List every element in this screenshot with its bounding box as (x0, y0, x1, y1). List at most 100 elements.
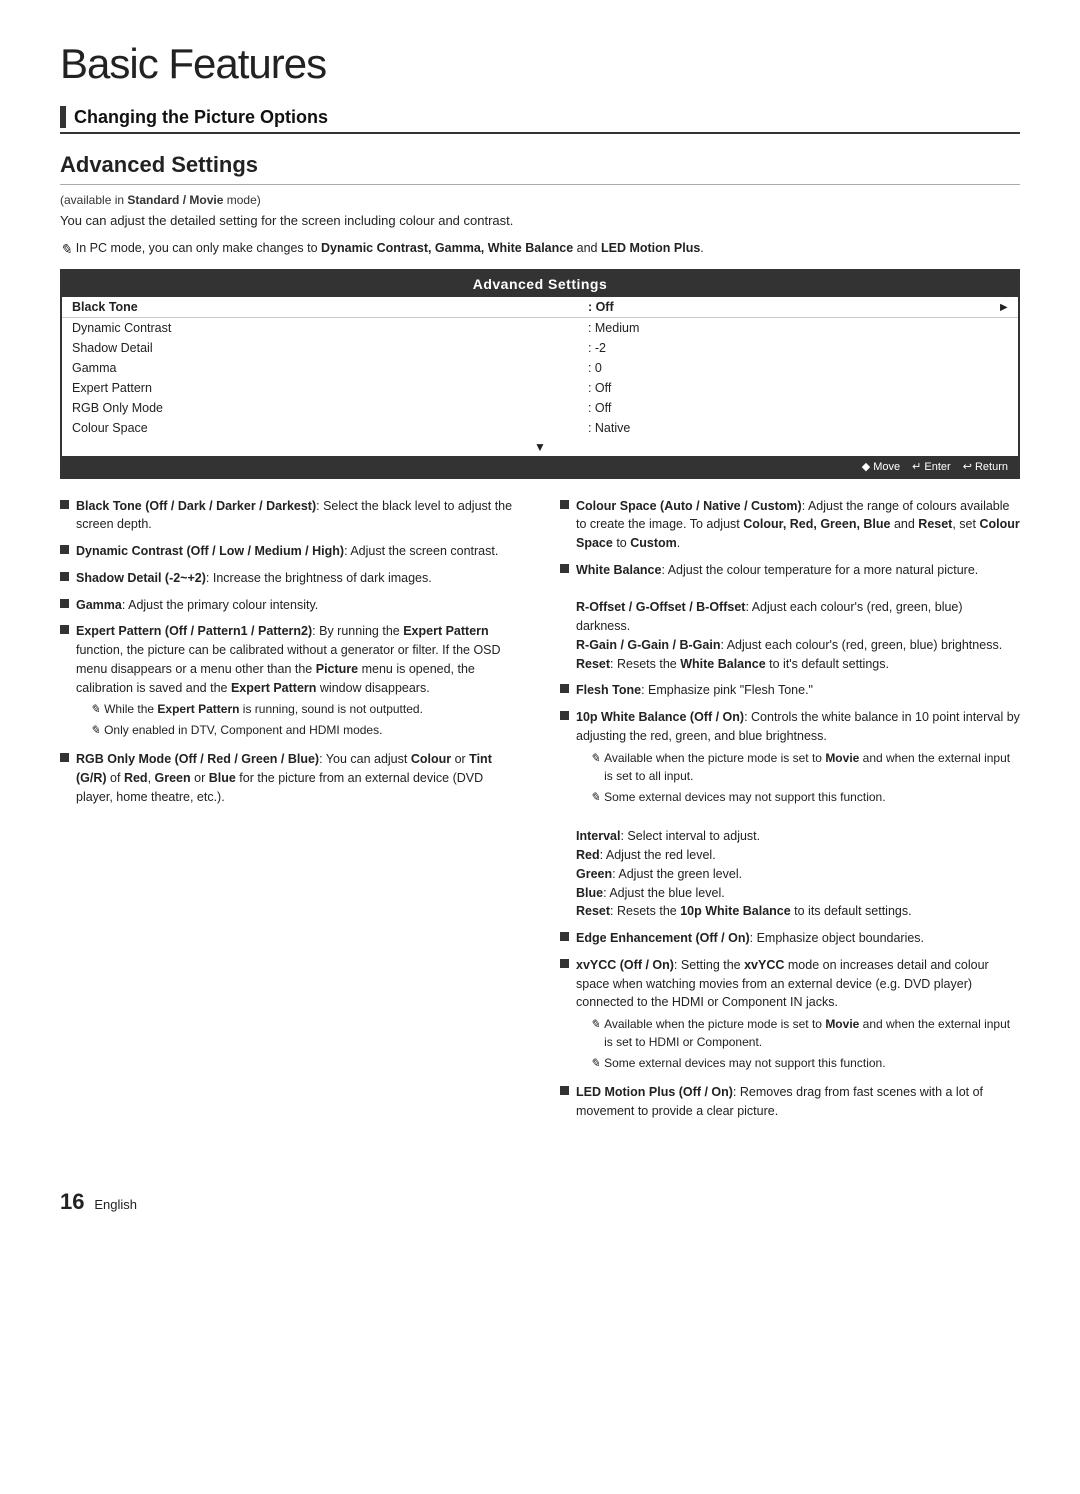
menu-label-rgb-only-mode: RGB Only Mode (62, 398, 578, 418)
bullet-icon-xvycc (560, 959, 569, 968)
bullet-text-dynamic-contrast: Dynamic Contrast (Off / Low / Medium / H… (76, 542, 520, 561)
menu-row-shadow-detail: Shadow Detail : -2 (62, 338, 1018, 358)
page-number: 16 (60, 1189, 84, 1214)
sub-note-expert-pattern-2: ✎ Only enabled in DTV, Component and HDM… (90, 721, 520, 739)
sub-note-text-10p-2: Some external devices may not support th… (604, 788, 885, 806)
menu-empty-gamma (887, 358, 1018, 378)
menu-label-gamma: Gamma (62, 358, 578, 378)
sub-note-icon-10p-2: ✎ (590, 788, 600, 806)
section-header: Changing the Picture Options (60, 106, 1020, 134)
bullet-text-xvycc: xvYCC (Off / On): Setting the xvYCC mode… (576, 956, 1020, 1075)
bullet-icon-10p-white-balance (560, 711, 569, 720)
bullet-text-flesh-tone: Flesh Tone: Emphasize pink "Flesh Tone." (576, 681, 1020, 700)
sub-note-xvycc-2: ✎ Some external devices may not support … (590, 1054, 1020, 1072)
bullet-text-black-tone: Black Tone (Off / Dark / Darker / Darkes… (76, 497, 520, 535)
sub-note-10p-1: ✎ Available when the picture mode is set… (590, 749, 1020, 785)
menu-empty-colour-space (887, 418, 1018, 438)
menu-empty-dynamic-contrast (887, 317, 1018, 338)
menu-label-colour-space: Colour Space (62, 418, 578, 438)
bullet-icon-expert-pattern (60, 625, 69, 634)
sub-note-expert-pattern-1: ✎ While the Expert Pattern is running, s… (90, 700, 520, 718)
bullet-xvycc: xvYCC (Off / On): Setting the xvYCC mode… (560, 956, 1020, 1075)
advanced-settings-menu: Advanced Settings Black Tone : Off ► Dyn… (60, 269, 1020, 479)
menu-value-expert-pattern: : Off (578, 378, 887, 398)
menu-row-black-tone: Black Tone : Off ► (62, 297, 1018, 318)
bullet-colour-space: Colour Space (Auto / Native / Custom): A… (560, 497, 1020, 553)
bullet-icon-shadow-detail (60, 572, 69, 581)
footer-enter: ↵ Enter (912, 460, 951, 473)
bullet-text-shadow-detail: Shadow Detail (-2~+2): Increase the brig… (76, 569, 520, 588)
page-footer: 16 English (60, 1189, 1020, 1215)
sub-note-icon-1: ✎ (90, 700, 100, 718)
menu-row-rgb-only-mode: RGB Only Mode : Off (62, 398, 1018, 418)
footer-language: English (94, 1197, 137, 1212)
pc-mode-note: ✎ In PC mode, you can only make changes … (60, 239, 1020, 261)
menu-empty-expert-pattern (887, 378, 1018, 398)
menu-value-black-tone: : Off (578, 297, 887, 318)
menu-label-dynamic-contrast: Dynamic Contrast (62, 317, 578, 338)
subsection-title: Advanced Settings (60, 152, 1020, 185)
bullet-icon-dynamic-contrast (60, 545, 69, 554)
bullet-icon-edge-enhancement (560, 932, 569, 941)
header-bar-icon (60, 106, 66, 128)
sub-note-icon-10p-1: ✎ (590, 749, 600, 767)
menu-row-gamma: Gamma : 0 (62, 358, 1018, 378)
bullet-text-gamma: Gamma: Adjust the primary colour intensi… (76, 596, 520, 615)
menu-title-bar: Advanced Settings (62, 271, 1018, 297)
menu-value-shadow-detail: : -2 (578, 338, 887, 358)
bullet-expert-pattern: Expert Pattern (Off / Pattern1 / Pattern… (60, 622, 520, 742)
bullet-led-motion-plus: LED Motion Plus (Off / On): Removes drag… (560, 1083, 1020, 1121)
sub-note-icon-xvycc-2: ✎ (590, 1054, 600, 1072)
bullet-icon-white-balance (560, 564, 569, 573)
menu-footer: ◆ Move ↵ Enter ↩ Return (62, 456, 1018, 477)
menu-value-gamma: : 0 (578, 358, 887, 378)
sub-note-text-1: While the Expert Pattern is running, sou… (104, 700, 423, 718)
bullet-text-colour-space: Colour Space (Auto / Native / Custom): A… (576, 497, 1020, 553)
menu-value-rgb-only-mode: : Off (578, 398, 887, 418)
intro-text: You can adjust the detailed setting for … (60, 211, 1020, 231)
footer-return: ↩ Return (963, 460, 1008, 473)
menu-value-colour-space: : Native (578, 418, 887, 438)
menu-row-scroll: ▼ (62, 438, 1018, 456)
menu-label-expert-pattern: Expert Pattern (62, 378, 578, 398)
bullet-10p-white-balance: 10p White Balance (Off / On): Controls t… (560, 708, 1020, 921)
menu-label-shadow-detail: Shadow Detail (62, 338, 578, 358)
footer-move: ◆ Move (862, 460, 900, 473)
bullet-text-10p-white-balance: 10p White Balance (Off / On): Controls t… (576, 708, 1020, 921)
bullet-icon-black-tone (60, 500, 69, 509)
bullet-icon-rgb-only-mode (60, 753, 69, 762)
menu-row-dynamic-contrast: Dynamic Contrast : Medium (62, 317, 1018, 338)
bullet-text-rgb-only-mode: RGB Only Mode (Off / Red / Green / Blue)… (76, 750, 520, 806)
bullet-text-white-balance: White Balance: Adjust the colour tempera… (576, 561, 1020, 674)
bullet-icon-gamma (60, 599, 69, 608)
sub-note-xvycc-1: ✎ Available when the picture mode is set… (590, 1015, 1020, 1051)
menu-row-colour-space: Colour Space : Native (62, 418, 1018, 438)
bullet-edge-enhancement: Edge Enhancement (Off / On): Emphasize o… (560, 929, 1020, 948)
sub-note-10p-2: ✎ Some external devices may not support … (590, 788, 1020, 806)
content-wrapper: Black Tone (Off / Dark / Darker / Darkes… (60, 497, 1020, 1129)
bullet-shadow-detail: Shadow Detail (-2~+2): Increase the brig… (60, 569, 520, 588)
bullet-rgb-only-mode: RGB Only Mode (Off / Red / Green / Blue)… (60, 750, 520, 806)
menu-row-expert-pattern: Expert Pattern : Off (62, 378, 1018, 398)
sub-note-text-10p-1: Available when the picture mode is set t… (604, 749, 1020, 785)
section-header-text: Changing the Picture Options (74, 107, 328, 128)
right-column: Colour Space (Auto / Native / Custom): A… (560, 497, 1020, 1129)
page-title: Basic Features (60, 40, 1020, 88)
note-icon: ✎ (60, 240, 72, 261)
bullet-flesh-tone: Flesh Tone: Emphasize pink "Flesh Tone." (560, 681, 1020, 700)
sub-note-text-xvycc-2: Some external devices may not support th… (604, 1054, 885, 1072)
available-note: (available in Standard / Movie mode) (60, 193, 1020, 207)
bullet-white-balance: White Balance: Adjust the colour tempera… (560, 561, 1020, 674)
bullet-icon-flesh-tone (560, 684, 569, 693)
menu-table: Black Tone : Off ► Dynamic Contrast : Me… (62, 297, 1018, 456)
sub-note-text-2: Only enabled in DTV, Component and HDMI … (104, 721, 382, 739)
sub-note-icon-2: ✎ (90, 721, 100, 739)
bullet-dynamic-contrast: Dynamic Contrast (Off / Low / Medium / H… (60, 542, 520, 561)
menu-empty-shadow-detail (887, 338, 1018, 358)
menu-label-black-tone: Black Tone (62, 297, 578, 318)
note-text: In PC mode, you can only make changes to… (76, 239, 704, 258)
bullet-text-edge-enhancement: Edge Enhancement (Off / On): Emphasize o… (576, 929, 1020, 948)
menu-value-dynamic-contrast: : Medium (578, 317, 887, 338)
bullet-text-led-motion-plus: LED Motion Plus (Off / On): Removes drag… (576, 1083, 1020, 1121)
bullet-icon-led-motion-plus (560, 1086, 569, 1095)
